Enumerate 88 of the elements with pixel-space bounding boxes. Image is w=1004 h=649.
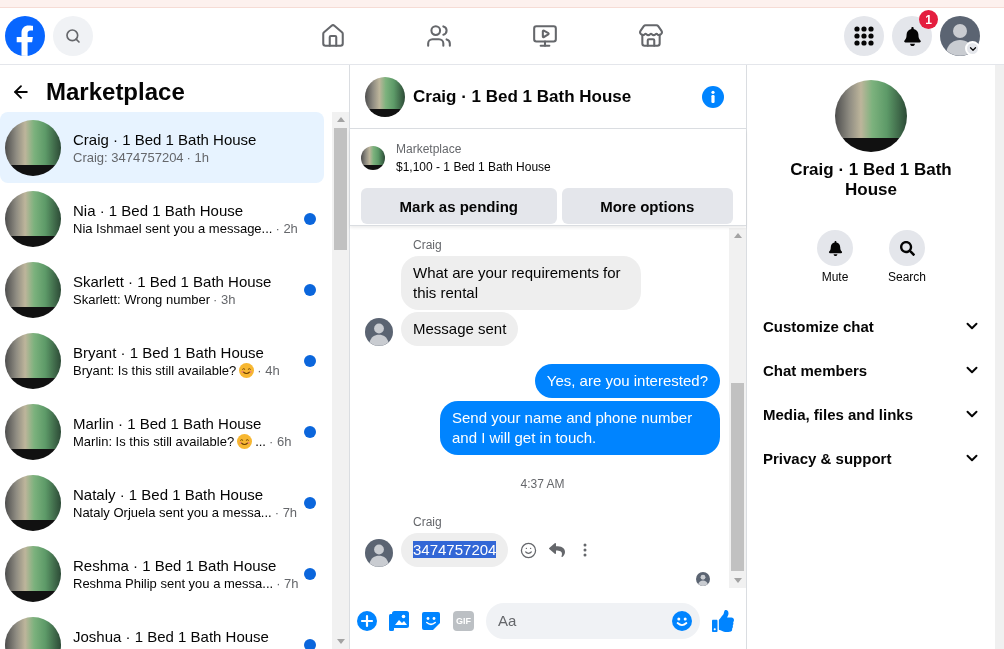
conversation-item[interactable]: Nia · 1 Bed 1 Bath House Nia Ishmael sent you a message... · 2h (0, 183, 324, 254)
conversation-item[interactable]: Skarlett · 1 Bed 1 Bath House Skarlett: Wrong number · 3h (0, 254, 324, 325)
conversation-item[interactable]: Marlin · 1 Bed 1 Bath House Marlin: Is this still available? ... · 6h (0, 396, 324, 467)
message-time: · 2h (275, 220, 298, 237)
conversation-title: Reshma · 1 Bed 1 Bath House (73, 555, 277, 576)
smiley-icon[interactable] (672, 610, 692, 631)
bell-icon (817, 230, 853, 266)
listing-action-button[interactable]: Mark as pending (361, 188, 557, 224)
store-icon[interactable] (638, 23, 664, 49)
section-header[interactable]: Media, files and links (747, 392, 995, 436)
scrollbar-thumb[interactable] (731, 383, 744, 571)
bell-icon (902, 26, 922, 46)
plus-icon[interactable] (357, 610, 377, 631)
profile-avatar[interactable] (940, 16, 980, 56)
message-time: · 4h (257, 362, 280, 379)
notification-badge: 1 (919, 10, 938, 29)
message-bubble: Send your name and phone number and I will get in touch. (440, 401, 720, 455)
image-icon[interactable] (389, 610, 409, 631)
search-icon (65, 28, 81, 44)
unread-dot (304, 212, 316, 225)
notifications-button[interactable] (892, 16, 932, 56)
conversation-item[interactable]: Reshma · 1 Bed 1 Bath House Reshma Philip sent you a messa... · 7h (0, 538, 324, 609)
ellipsis-text: ... (255, 433, 266, 450)
conversation-title: Joshua · 1 Bed 1 Bath House (73, 626, 269, 647)
message-preview: Marlin: Is this still available? (73, 433, 235, 450)
chat-title[interactable]: Craig · 1 Bed 1 Bath House (413, 85, 632, 108)
message-preview: Craig: 3474757204 (73, 149, 184, 166)
message-preview: Nataly Orjuela sent you a messa... (73, 504, 272, 521)
logo-icon[interactable] (5, 16, 45, 56)
message-time: · 6h (268, 433, 292, 450)
chat-name: Craig · 1 Bed 1 Bath House (789, 160, 953, 200)
thumbs-up-icon[interactable] (712, 609, 734, 632)
unread-dot (304, 496, 316, 509)
selected-text: 3474757204 (413, 541, 497, 558)
people-icon[interactable] (426, 23, 452, 49)
unread-dot (304, 354, 316, 367)
conversation-item[interactable]: Craig · 1 Bed 1 Bath House Craig: 3474757204 · 1h (0, 112, 324, 183)
message-time: · 7h (276, 575, 299, 592)
scrollbar-thumb[interactable] (334, 128, 347, 250)
conversation-title: Bryant · 1 Bed 1 Bath House (73, 342, 264, 363)
sidebar-title: Marketplace (46, 77, 185, 106)
reply-icon[interactable] (549, 542, 566, 558)
conversation-item[interactable]: Nataly · 1 Bed 1 Bath House Nataly Orjuela sent you a messa... · 7h (0, 467, 324, 538)
chevron-down-icon[interactable] (965, 41, 980, 56)
message-time: · 3h (213, 291, 236, 308)
mute-button[interactable]: Mute (803, 230, 867, 285)
conversation-title: Nataly · 1 Bed 1 Bath House (73, 484, 264, 505)
message-preview: Bryant: Is this still available? (73, 362, 237, 379)
message-time: · 7h (274, 504, 298, 521)
message-bubble: Yes, are you interested? (534, 364, 720, 398)
message-field[interactable]: Aa (486, 602, 700, 639)
unread-dot (304, 567, 316, 580)
seen-avatar (696, 572, 710, 586)
message-timestamp: 4:37 AM (520, 476, 565, 492)
listing-photo (365, 76, 405, 117)
conversation-title: Marlin · 1 Bed 1 Bath House (73, 413, 262, 434)
sender-name: Craig (413, 514, 442, 530)
listing-photo (361, 146, 385, 170)
search-icon (889, 230, 925, 266)
message-time: · 1h (186, 149, 209, 166)
message-preview: Nia Ishmael sent you a message... (73, 220, 273, 237)
unread-dot (304, 425, 316, 438)
message-preview: Reshma Philip sent you a messa... (73, 575, 274, 592)
section-header[interactable]: Customize chat (747, 304, 995, 348)
grid-icon (854, 26, 874, 46)
conversation-item[interactable]: Joshua · 1 Bed 1 Bath House (0, 609, 324, 649)
section-header[interactable]: Privacy & support (747, 436, 995, 480)
conversation-item[interactable]: Bryant · 1 Bed 1 Bath House Bryant: Is this still available? · 4h (0, 325, 324, 396)
info-icon[interactable] (702, 85, 724, 108)
listing-action-button[interactable]: More options (561, 188, 733, 224)
video-icon[interactable] (532, 23, 558, 49)
unread-dot (304, 283, 316, 296)
search-button[interactable] (53, 16, 93, 56)
sender-name: Craig (413, 237, 442, 253)
menu-button[interactable] (844, 16, 884, 56)
home-icon[interactable] (320, 23, 346, 49)
listing-summary: $1,100 - 1 Bed 1 Bath House (396, 159, 551, 175)
search-button[interactable]: Search (875, 230, 939, 285)
conversation-title: Nia · 1 Bed 1 Bath House (73, 200, 244, 221)
listing-source: Marketplace (396, 141, 462, 157)
conversation-title: Craig · 1 Bed 1 Bath House (73, 129, 257, 150)
message-preview: Skarlett: Wrong number (73, 291, 211, 308)
smiley-icon[interactable] (520, 541, 538, 559)
message-bubble: What are your requirements for this rental (401, 256, 641, 310)
section-header[interactable]: Chat members (747, 348, 995, 392)
sticker-icon[interactable] (421, 610, 441, 631)
conversation-title: Skarlett · 1 Bed 1 Bath House (73, 271, 272, 292)
message-bubble: Message sent (401, 312, 519, 346)
